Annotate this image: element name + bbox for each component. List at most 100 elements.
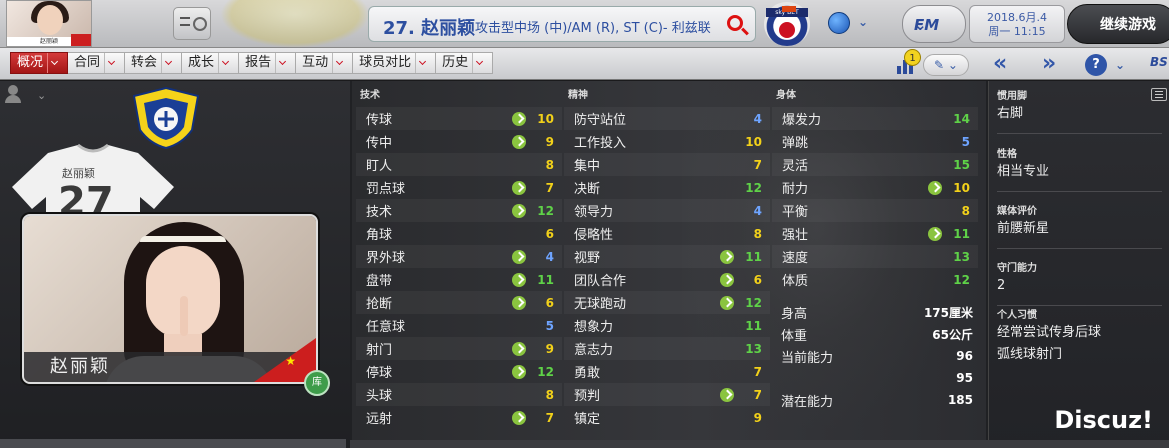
- attribute-row[interactable]: 团队合作 6: [564, 268, 770, 291]
- media-value: 前腰新星: [997, 221, 1050, 236]
- attribute-row[interactable]: 界外球 4: [356, 245, 562, 268]
- attribute-row[interactable]: 速度 13: [772, 245, 978, 268]
- attribute-row[interactable]: 远射 7: [356, 406, 562, 429]
- globe-icon[interactable]: [828, 12, 850, 34]
- search-icon[interactable]: [727, 15, 743, 31]
- trend-arrow-icon: [928, 181, 942, 195]
- chevron-down-icon[interactable]: ⌄: [1115, 59, 1125, 71]
- attribute-row[interactable]: 射门 9: [356, 337, 562, 360]
- attribute-label: 爆发力: [782, 113, 822, 128]
- attribute-row[interactable]: 无球跑动 12: [564, 291, 770, 314]
- attribute-row[interactable]: 工作投入 10: [564, 130, 770, 153]
- tab-item[interactable]: 转会: [125, 52, 183, 74]
- tab-item[interactable]: 报告: [239, 52, 297, 74]
- player-stepper-button[interactable]: [173, 7, 211, 40]
- trend-arrow-icon: [928, 227, 942, 241]
- attribute-value: 11: [745, 318, 762, 333]
- status-tag[interactable]: 库: [304, 370, 330, 396]
- attribute-row[interactable]: 传中 9: [356, 130, 562, 153]
- attribute-row[interactable]: 意志力 13: [564, 337, 770, 360]
- attribute-row[interactable]: 弹跳 5: [772, 130, 978, 153]
- competition-logo[interactable]: sky BET: [764, 2, 810, 46]
- notification-badge[interactable]: 1: [904, 49, 921, 66]
- mental-column: 精神 防守站位 4 工作投入 10 集中 7 决断 12 领导力 4 侵略性 8 视野 11 团队合作 6 无球…: [564, 87, 770, 429]
- physical-header: 身体: [776, 90, 796, 101]
- tab-label: 报告: [245, 55, 272, 70]
- player-photo-card[interactable]: 赵丽颖 ★: [22, 214, 318, 384]
- attribute-value: 12: [953, 272, 970, 287]
- attribute-row[interactable]: 技术 12: [356, 199, 562, 222]
- trend-arrow-icon: [512, 342, 526, 356]
- tab-label: 球员对比: [359, 55, 412, 70]
- attribute-label: 抢断: [366, 297, 393, 312]
- attribute-row[interactable]: 勇敢 7: [564, 360, 770, 383]
- flag-icon: [71, 34, 91, 46]
- club-crest[interactable]: [132, 86, 200, 150]
- tab-item[interactable]: 球员对比: [353, 52, 437, 74]
- attribute-row[interactable]: 体质 12: [772, 268, 978, 291]
- foot-value: 右脚: [997, 106, 1024, 121]
- attribute-row[interactable]: 爆发力 14: [772, 107, 978, 130]
- habit-item: 弧线球射门: [997, 347, 1063, 362]
- attribute-row[interactable]: 灵活 15: [772, 153, 978, 176]
- profile-panel: ⌄ 赵丽颖 27 赵丽颖 ★ 库: [0, 81, 350, 448]
- tab-item[interactable]: 成长: [182, 52, 240, 74]
- attribute-label: 体质: [782, 274, 809, 289]
- attribute-row[interactable]: 强壮 11: [772, 222, 978, 245]
- chevron-down-icon[interactable]: [104, 53, 118, 73]
- attribute-row[interactable]: 耐力 10: [772, 176, 978, 199]
- attribute-row[interactable]: 盯人 8: [356, 153, 562, 176]
- attribute-row[interactable]: 镇定 9: [564, 406, 770, 429]
- player-thumbnail[interactable]: 赵丽颖: [6, 0, 92, 47]
- continue-button[interactable]: 继续游戏: [1067, 4, 1169, 44]
- attribute-row[interactable]: 罚点球 7: [356, 176, 562, 199]
- date-display[interactable]: 2018.6月.4 周一 11:15: [969, 5, 1065, 43]
- chevron-down-icon[interactable]: [218, 53, 232, 73]
- player-search-bar[interactable]: 27. 赵丽颖 攻击型中场 (中)/AM (R), ST (C)- 利兹联: [368, 6, 756, 42]
- edit-pencil-button[interactable]: ✎ ⌄: [923, 54, 969, 76]
- chevron-down-icon[interactable]: [332, 53, 346, 73]
- chevron-down-icon[interactable]: [161, 53, 175, 73]
- attribute-row[interactable]: 传球 10: [356, 107, 562, 130]
- attribute-row[interactable]: 头球 8: [356, 383, 562, 406]
- bs-label[interactable]: BS: [1150, 55, 1168, 69]
- attribute-label: 强壮: [782, 228, 809, 243]
- attribute-row[interactable]: 集中 7: [564, 153, 770, 176]
- attribute-row[interactable]: 防守站位 4: [564, 107, 770, 130]
- attribute-value: 5: [545, 318, 554, 333]
- attribute-row[interactable]: 停球 12: [356, 360, 562, 383]
- attribute-row[interactable]: 侵略性 8: [564, 222, 770, 245]
- tab-item[interactable]: 互动: [296, 52, 354, 74]
- chevron-down-icon[interactable]: [472, 53, 486, 73]
- trend-arrow-icon: [512, 273, 526, 287]
- tab-item[interactable]: 历史: [436, 52, 494, 74]
- chevron-down-icon[interactable]: [275, 53, 289, 73]
- attribute-row[interactable]: 预判 7: [564, 383, 770, 406]
- back-arrow-icon[interactable]: «: [993, 52, 1007, 76]
- attribute-row[interactable]: 任意球 5: [356, 314, 562, 337]
- chevron-down-icon[interactable]: [47, 53, 61, 73]
- chevron-down-icon[interactable]: [415, 53, 429, 73]
- attribute-value: 7: [753, 364, 762, 379]
- attribute-label: 侵略性: [574, 228, 614, 243]
- attribute-value: 9: [753, 410, 762, 425]
- attribute-row[interactable]: 盘带 11: [356, 268, 562, 291]
- attribute-row[interactable]: 角球 6: [356, 222, 562, 245]
- attribute-row[interactable]: 决断 12: [564, 176, 770, 199]
- tab-item[interactable]: 合同: [68, 52, 126, 74]
- trend-arrow-icon: [512, 204, 526, 218]
- attribute-row[interactable]: 想象力 11: [564, 314, 770, 337]
- help-icon[interactable]: ?: [1085, 54, 1107, 76]
- attribute-row[interactable]: 领导力 4: [564, 199, 770, 222]
- attribute-row[interactable]: 视野 11: [564, 245, 770, 268]
- main-area: ⌄ 赵丽颖 27 赵丽颖 ★ 库 技术 传球 10 传中 9 盯人 8 罚点球 …: [0, 81, 1169, 448]
- attribute-row[interactable]: 平衡 8: [772, 199, 978, 222]
- attribute-value: 8: [545, 157, 554, 172]
- fm-menu-button[interactable]: FM ⌄: [902, 5, 966, 43]
- attribute-label: 想象力: [574, 320, 614, 335]
- attribute-row[interactable]: 抢断 6: [356, 291, 562, 314]
- habits-section: 个人习惯 经常尝试传身后球 弧线球射门: [997, 306, 1162, 366]
- tab-item[interactable]: 概况: [10, 52, 69, 74]
- forward-arrow-icon[interactable]: »: [1042, 52, 1056, 76]
- chevron-down-icon[interactable]: ⌄: [858, 16, 868, 28]
